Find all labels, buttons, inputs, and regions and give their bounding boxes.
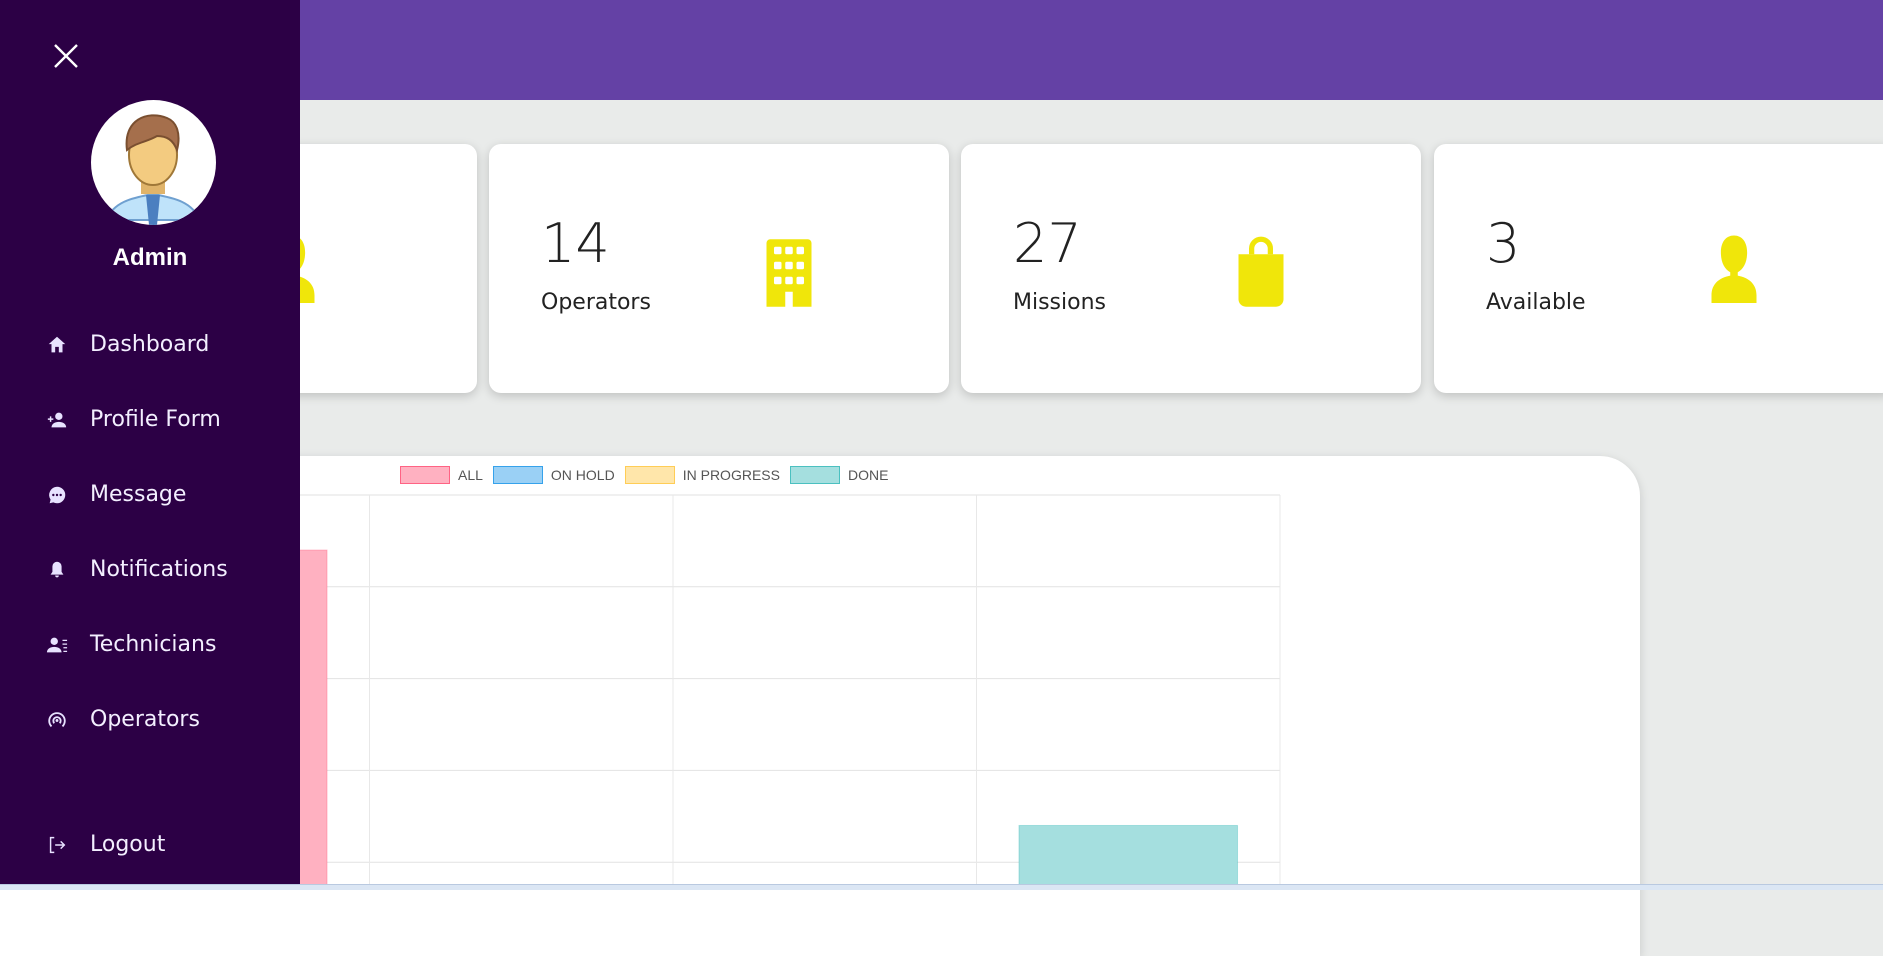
avatar: [91, 100, 216, 225]
home-icon: [48, 336, 66, 352]
sidebar-item-technicians[interactable]: Technicians: [46, 632, 216, 657]
sidebar-item-label: Dashboard: [90, 332, 210, 357]
chat-icon: [49, 486, 66, 503]
legend-item-in-progress[interactable]: IN PROGRESS: [624, 466, 780, 484]
broadcast-icon: [48, 711, 66, 727]
logout-button[interactable]: Logout: [46, 832, 165, 857]
legend-label: ALL: [458, 467, 483, 483]
sidebar-item-notifications[interactable]: Notifications: [46, 557, 228, 582]
legend-swatch: [624, 466, 675, 484]
legend-item-done[interactable]: DONE: [789, 466, 889, 484]
sidebar-item-profile-form[interactable]: Profile Form: [46, 407, 221, 432]
bell-icon: [50, 561, 64, 577]
sidebar-item-label: Operators: [90, 707, 200, 732]
sidebar-item-message[interactable]: Message: [46, 482, 186, 507]
logout-label: Logout: [90, 832, 166, 857]
sidebar-item-label: Technicians: [90, 632, 217, 657]
legend-label: ON HOLD: [550, 467, 615, 483]
legend-swatch: [492, 466, 543, 484]
sidebar-item-operators[interactable]: Operators: [46, 707, 200, 732]
legend-swatch: [789, 466, 840, 484]
legend-item-on-hold[interactable]: ON HOLD: [492, 466, 615, 484]
bar-done: [1018, 824, 1239, 890]
window-bottom-edge: [0, 884, 1883, 890]
person-list-icon: [46, 637, 68, 652]
sidebar-item-label: Notifications: [90, 557, 228, 582]
sidebar-item-dashboard[interactable]: Dashboard: [46, 332, 209, 357]
legend-label: DONE: [847, 467, 889, 483]
logout-icon: [49, 836, 66, 853]
legend-swatch: [400, 466, 450, 484]
sidebar: Admin Dashboard Profile Form Message Not…: [0, 0, 300, 890]
user-name: Admin: [112, 244, 188, 271]
person-add-icon: [47, 412, 67, 427]
legend-item-all[interactable]: ALL: [400, 466, 483, 484]
close-icon[interactable]: [50, 40, 82, 72]
sidebar-item-label: Profile Form: [90, 407, 221, 432]
legend-label: IN PROGRESS: [682, 467, 780, 483]
chart-legend: ALL ON HOLD IN PROGRESS DONE: [400, 466, 898, 484]
sidebar-item-label: Message: [90, 482, 187, 507]
